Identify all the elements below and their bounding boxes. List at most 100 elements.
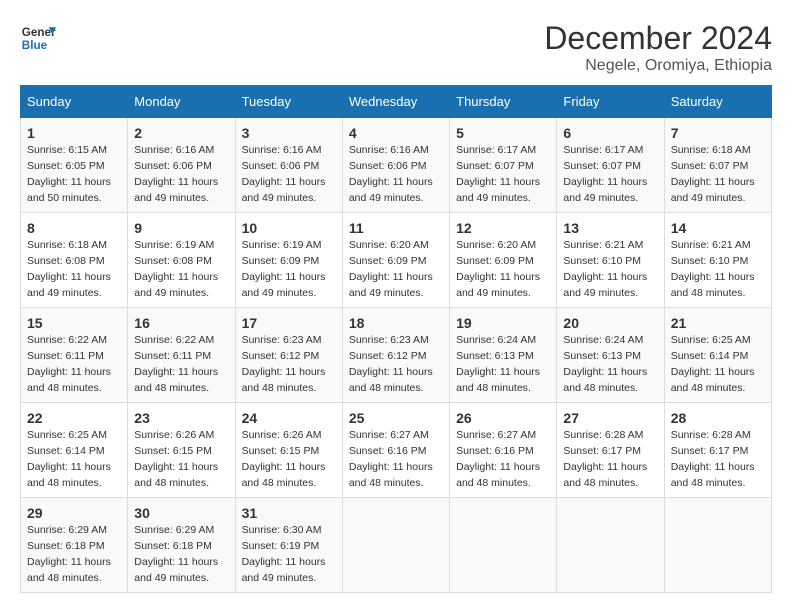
calendar-week-row: 22Sunrise: 6:25 AM Sunset: 6:14 PM Dayli…	[21, 403, 772, 498]
day-number: 18	[349, 313, 443, 333]
day-info: Sunrise: 6:24 AM Sunset: 6:13 PM Dayligh…	[563, 334, 647, 394]
day-info: Sunrise: 6:23 AM Sunset: 6:12 PM Dayligh…	[349, 334, 433, 394]
weekday-header: Thursday	[450, 86, 557, 118]
day-info: Sunrise: 6:29 AM Sunset: 6:18 PM Dayligh…	[27, 524, 111, 584]
day-info: Sunrise: 6:21 AM Sunset: 6:10 PM Dayligh…	[563, 239, 647, 299]
day-number: 24	[242, 408, 336, 428]
calendar-cell: 15Sunrise: 6:22 AM Sunset: 6:11 PM Dayli…	[21, 308, 128, 403]
day-info: Sunrise: 6:29 AM Sunset: 6:18 PM Dayligh…	[134, 524, 218, 584]
day-number: 10	[242, 218, 336, 238]
day-info: Sunrise: 6:18 AM Sunset: 6:08 PM Dayligh…	[27, 239, 111, 299]
day-info: Sunrise: 6:24 AM Sunset: 6:13 PM Dayligh…	[456, 334, 540, 394]
calendar-week-row: 1Sunrise: 6:15 AM Sunset: 6:05 PM Daylig…	[21, 118, 772, 213]
weekday-header: Friday	[557, 86, 664, 118]
day-number: 5	[456, 123, 550, 143]
weekday-header: Monday	[128, 86, 235, 118]
day-number: 26	[456, 408, 550, 428]
day-number: 3	[242, 123, 336, 143]
day-info: Sunrise: 6:30 AM Sunset: 6:19 PM Dayligh…	[242, 524, 326, 584]
calendar-week-row: 15Sunrise: 6:22 AM Sunset: 6:11 PM Dayli…	[21, 308, 772, 403]
page-header: General Blue December 2024 Negele, Oromi…	[20, 20, 772, 75]
day-number: 16	[134, 313, 228, 333]
calendar-cell: 1Sunrise: 6:15 AM Sunset: 6:05 PM Daylig…	[21, 118, 128, 213]
calendar-cell: 2Sunrise: 6:16 AM Sunset: 6:06 PM Daylig…	[128, 118, 235, 213]
day-number: 31	[242, 503, 336, 523]
calendar-cell: 24Sunrise: 6:26 AM Sunset: 6:15 PM Dayli…	[235, 403, 342, 498]
weekday-header: Wednesday	[342, 86, 449, 118]
calendar-cell: 30Sunrise: 6:29 AM Sunset: 6:18 PM Dayli…	[128, 498, 235, 593]
day-number: 19	[456, 313, 550, 333]
calendar-cell: 14Sunrise: 6:21 AM Sunset: 6:10 PM Dayli…	[664, 213, 771, 308]
day-info: Sunrise: 6:17 AM Sunset: 6:07 PM Dayligh…	[456, 144, 540, 204]
calendar-cell: 9Sunrise: 6:19 AM Sunset: 6:08 PM Daylig…	[128, 213, 235, 308]
calendar-cell: 19Sunrise: 6:24 AM Sunset: 6:13 PM Dayli…	[450, 308, 557, 403]
day-number: 22	[27, 408, 121, 428]
day-info: Sunrise: 6:16 AM Sunset: 6:06 PM Dayligh…	[242, 144, 326, 204]
calendar-cell: 10Sunrise: 6:19 AM Sunset: 6:09 PM Dayli…	[235, 213, 342, 308]
calendar-week-row: 8Sunrise: 6:18 AM Sunset: 6:08 PM Daylig…	[21, 213, 772, 308]
calendar-cell: 16Sunrise: 6:22 AM Sunset: 6:11 PM Dayli…	[128, 308, 235, 403]
calendar-cell: 8Sunrise: 6:18 AM Sunset: 6:08 PM Daylig…	[21, 213, 128, 308]
calendar-cell: 29Sunrise: 6:29 AM Sunset: 6:18 PM Dayli…	[21, 498, 128, 593]
day-number: 17	[242, 313, 336, 333]
day-info: Sunrise: 6:18 AM Sunset: 6:07 PM Dayligh…	[671, 144, 755, 204]
calendar-cell: 12Sunrise: 6:20 AM Sunset: 6:09 PM Dayli…	[450, 213, 557, 308]
day-info: Sunrise: 6:19 AM Sunset: 6:08 PM Dayligh…	[134, 239, 218, 299]
day-number: 28	[671, 408, 765, 428]
calendar-cell: 6Sunrise: 6:17 AM Sunset: 6:07 PM Daylig…	[557, 118, 664, 213]
calendar-cell: 7Sunrise: 6:18 AM Sunset: 6:07 PM Daylig…	[664, 118, 771, 213]
day-info: Sunrise: 6:19 AM Sunset: 6:09 PM Dayligh…	[242, 239, 326, 299]
calendar-cell: 20Sunrise: 6:24 AM Sunset: 6:13 PM Dayli…	[557, 308, 664, 403]
calendar-cell: 25Sunrise: 6:27 AM Sunset: 6:16 PM Dayli…	[342, 403, 449, 498]
logo-icon: General Blue	[20, 20, 56, 56]
day-number: 11	[349, 218, 443, 238]
day-info: Sunrise: 6:22 AM Sunset: 6:11 PM Dayligh…	[134, 334, 218, 394]
day-number: 29	[27, 503, 121, 523]
calendar-cell	[342, 498, 449, 593]
day-info: Sunrise: 6:28 AM Sunset: 6:17 PM Dayligh…	[671, 429, 755, 489]
weekday-header: Tuesday	[235, 86, 342, 118]
calendar-cell: 11Sunrise: 6:20 AM Sunset: 6:09 PM Dayli…	[342, 213, 449, 308]
day-number: 20	[563, 313, 657, 333]
page-title: December 2024	[544, 20, 772, 57]
calendar-cell: 13Sunrise: 6:21 AM Sunset: 6:10 PM Dayli…	[557, 213, 664, 308]
calendar-cell: 27Sunrise: 6:28 AM Sunset: 6:17 PM Dayli…	[557, 403, 664, 498]
calendar-cell	[450, 498, 557, 593]
day-info: Sunrise: 6:25 AM Sunset: 6:14 PM Dayligh…	[27, 429, 111, 489]
day-number: 21	[671, 313, 765, 333]
day-number: 27	[563, 408, 657, 428]
calendar-cell: 28Sunrise: 6:28 AM Sunset: 6:17 PM Dayli…	[664, 403, 771, 498]
logo: General Blue	[20, 20, 56, 56]
calendar-table: SundayMondayTuesdayWednesdayThursdayFrid…	[20, 85, 772, 593]
day-number: 13	[563, 218, 657, 238]
day-number: 2	[134, 123, 228, 143]
day-info: Sunrise: 6:16 AM Sunset: 6:06 PM Dayligh…	[134, 144, 218, 204]
day-info: Sunrise: 6:26 AM Sunset: 6:15 PM Dayligh…	[242, 429, 326, 489]
day-number: 9	[134, 218, 228, 238]
title-block: December 2024 Negele, Oromiya, Ethiopia	[544, 20, 772, 75]
day-info: Sunrise: 6:20 AM Sunset: 6:09 PM Dayligh…	[456, 239, 540, 299]
calendar-cell: 22Sunrise: 6:25 AM Sunset: 6:14 PM Dayli…	[21, 403, 128, 498]
calendar-cell: 3Sunrise: 6:16 AM Sunset: 6:06 PM Daylig…	[235, 118, 342, 213]
day-info: Sunrise: 6:16 AM Sunset: 6:06 PM Dayligh…	[349, 144, 433, 204]
day-info: Sunrise: 6:20 AM Sunset: 6:09 PM Dayligh…	[349, 239, 433, 299]
day-number: 7	[671, 123, 765, 143]
day-info: Sunrise: 6:22 AM Sunset: 6:11 PM Dayligh…	[27, 334, 111, 394]
calendar-cell: 4Sunrise: 6:16 AM Sunset: 6:06 PM Daylig…	[342, 118, 449, 213]
weekday-header-row: SundayMondayTuesdayWednesdayThursdayFrid…	[21, 86, 772, 118]
day-number: 15	[27, 313, 121, 333]
calendar-cell	[664, 498, 771, 593]
day-info: Sunrise: 6:21 AM Sunset: 6:10 PM Dayligh…	[671, 239, 755, 299]
day-info: Sunrise: 6:27 AM Sunset: 6:16 PM Dayligh…	[456, 429, 540, 489]
day-number: 14	[671, 218, 765, 238]
day-number: 6	[563, 123, 657, 143]
calendar-cell: 31Sunrise: 6:30 AM Sunset: 6:19 PM Dayli…	[235, 498, 342, 593]
day-number: 12	[456, 218, 550, 238]
day-info: Sunrise: 6:27 AM Sunset: 6:16 PM Dayligh…	[349, 429, 433, 489]
weekday-header: Sunday	[21, 86, 128, 118]
calendar-cell: 26Sunrise: 6:27 AM Sunset: 6:16 PM Dayli…	[450, 403, 557, 498]
day-info: Sunrise: 6:28 AM Sunset: 6:17 PM Dayligh…	[563, 429, 647, 489]
calendar-cell	[557, 498, 664, 593]
svg-text:Blue: Blue	[22, 39, 48, 52]
calendar-cell: 17Sunrise: 6:23 AM Sunset: 6:12 PM Dayli…	[235, 308, 342, 403]
